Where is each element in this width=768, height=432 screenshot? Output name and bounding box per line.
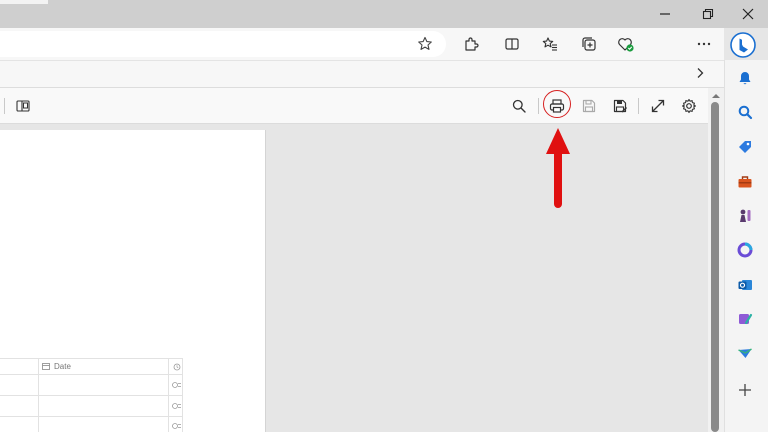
table-border	[0, 416, 182, 417]
sidebar-add[interactable]	[731, 376, 759, 404]
table-border	[182, 358, 183, 432]
favorites-button[interactable]	[536, 30, 564, 58]
page-view-icon	[16, 100, 30, 112]
table-border	[0, 358, 182, 359]
row-icon	[172, 423, 181, 429]
toolbar-divider	[4, 98, 5, 114]
favorites-icon	[542, 37, 557, 51]
row-icon	[172, 382, 181, 388]
fullscreen-button[interactable]	[644, 92, 672, 120]
shopping-tag-icon	[739, 141, 751, 153]
save-as-button[interactable]	[606, 92, 634, 120]
sidebar-designer[interactable]	[731, 305, 759, 333]
favorite-star-icon	[418, 36, 432, 50]
favorite-star-button[interactable]	[411, 30, 439, 58]
row-icon	[172, 403, 181, 409]
sidebar-microsoft365[interactable]	[731, 236, 759, 264]
sidebar-tools[interactable]	[731, 168, 759, 196]
split-screen-icon	[505, 38, 519, 50]
designer-icon	[739, 313, 753, 325]
table-border	[38, 358, 39, 432]
sidebar-drop[interactable]	[731, 339, 759, 367]
extensions-icon	[465, 37, 479, 51]
red-arrow-annotation	[546, 128, 570, 208]
browser-essentials-icon	[618, 38, 634, 52]
bell-icon	[739, 72, 751, 85]
tab-strip-edge[interactable]	[0, 0, 48, 4]
close-button[interactable]	[728, 0, 768, 28]
chess-piece-icon	[740, 209, 751, 222]
clock-icon	[173, 363, 181, 371]
favorites-bar	[0, 60, 724, 88]
more-icon	[697, 42, 711, 46]
bing-copilot-button[interactable]	[728, 30, 758, 60]
scroll-up-arrow-icon[interactable]	[711, 92, 721, 100]
favorites-overflow-button[interactable]	[686, 60, 714, 86]
sidebar-notifications[interactable]	[731, 64, 759, 92]
search-icon	[512, 99, 526, 113]
address-bar[interactable]	[0, 31, 446, 57]
fullscreen-icon	[651, 99, 665, 113]
pdf-page	[0, 130, 266, 432]
microsoft365-icon	[737, 242, 753, 258]
table-border	[168, 358, 169, 432]
bing-copilot-icon	[730, 32, 756, 58]
gear-icon	[681, 98, 697, 114]
toolbox-icon	[738, 176, 752, 188]
calendar-icon	[42, 363, 50, 370]
more-button[interactable]	[690, 30, 718, 58]
outlook-icon	[738, 280, 752, 290]
minimize-icon	[660, 13, 670, 15]
table-border	[0, 395, 182, 396]
pdf-search-button[interactable]	[505, 92, 533, 120]
table-header-date: Date	[42, 359, 71, 373]
scrollbar-thumb[interactable]	[711, 102, 719, 432]
add-icon	[739, 384, 751, 396]
collections-icon	[582, 37, 596, 51]
close-icon	[742, 8, 754, 20]
sidebar-shopping[interactable]	[731, 133, 759, 161]
save-icon	[582, 99, 596, 113]
toolbar-divider	[638, 98, 639, 114]
split-screen-button[interactable]	[498, 30, 526, 58]
toolbar-divider	[538, 98, 539, 114]
sidebar-search[interactable]	[731, 98, 759, 126]
table-border	[0, 374, 182, 375]
drop-send-icon	[738, 348, 752, 358]
search-icon	[738, 105, 753, 120]
collections-button[interactable]	[575, 30, 603, 58]
save-as-icon	[613, 99, 628, 113]
sidebar-outlook[interactable]	[731, 271, 759, 299]
date-column-label: Date	[54, 361, 71, 371]
save-button[interactable]	[575, 92, 603, 120]
chevron-right-icon	[697, 68, 704, 78]
restore-icon	[702, 8, 714, 20]
minimize-button[interactable]	[645, 0, 685, 28]
browser-essentials-button[interactable]	[612, 30, 640, 58]
page-view-button[interactable]	[9, 92, 37, 120]
extensions-button[interactable]	[457, 30, 485, 58]
restore-button[interactable]	[688, 0, 728, 28]
sidebar-games[interactable]	[731, 202, 759, 230]
pdf-settings-button[interactable]	[675, 92, 703, 120]
highlight-circle	[543, 90, 571, 118]
